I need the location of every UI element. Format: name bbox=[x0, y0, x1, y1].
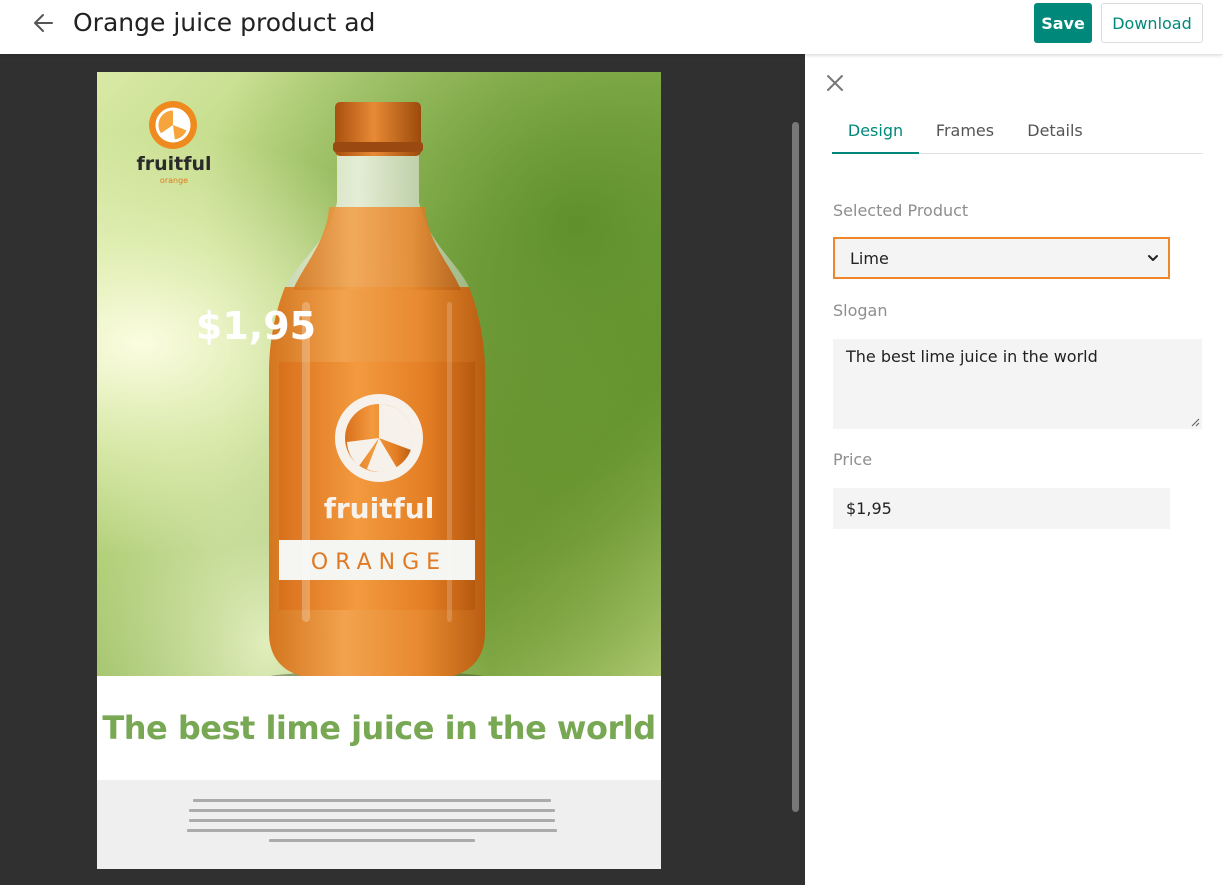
bottle-flavor: ORANGE bbox=[311, 550, 447, 575]
page-title: Orange juice product ad bbox=[73, 8, 376, 37]
resize-grip-icon[interactable] bbox=[1190, 417, 1200, 427]
price-input[interactable] bbox=[833, 488, 1170, 529]
price-badge-text: $1,95 bbox=[196, 304, 316, 348]
ad-artwork: fruitful ORANGE $1,95 fruitful orange bbox=[136, 101, 485, 676]
logo-brand-text: fruitful bbox=[136, 153, 211, 175]
download-button[interactable]: Download bbox=[1101, 3, 1203, 43]
slogan-label: Slogan bbox=[833, 301, 888, 320]
save-button[interactable]: Save bbox=[1034, 3, 1092, 43]
close-icon[interactable] bbox=[824, 72, 846, 94]
tab-frames[interactable]: Frames bbox=[928, 110, 1002, 154]
back-arrow-icon[interactable] bbox=[30, 9, 58, 37]
orange-slice-icon bbox=[335, 394, 423, 482]
tab-details[interactable]: Details bbox=[1022, 110, 1088, 154]
ad-slogan: The best lime juice in the world bbox=[97, 676, 661, 780]
panel-tabs: Design Frames Details bbox=[832, 110, 1203, 154]
logo-sub-text: orange bbox=[160, 176, 188, 185]
brand-logo: fruitful orange bbox=[136, 101, 212, 185]
selected-product-select[interactable]: Lime bbox=[833, 237, 1170, 279]
selected-product-label: Selected Product bbox=[833, 201, 969, 220]
price-label: Price bbox=[833, 450, 873, 469]
canvas-area: fruitful ORANGE $1,95 fruitful orange Th… bbox=[0, 54, 805, 885]
top-bar: Orange juice product ad Save Download bbox=[0, 0, 1223, 54]
tab-design[interactable]: Design bbox=[832, 110, 919, 154]
slogan-textarea[interactable]: The best lime juice in the world bbox=[833, 339, 1202, 429]
bottle-brand: fruitful bbox=[324, 492, 435, 525]
ad-fine-print bbox=[97, 780, 661, 869]
selected-product-value: Lime bbox=[850, 249, 889, 268]
ad-preview[interactable]: fruitful ORANGE $1,95 fruitful orange Th… bbox=[97, 72, 661, 869]
canvas-scrollbar-thumb[interactable] bbox=[792, 122, 799, 812]
chevron-down-icon bbox=[1148, 255, 1158, 261]
canvas-scrollbar[interactable] bbox=[791, 122, 801, 812]
settings-panel: Design Frames Details Selected Product L… bbox=[805, 54, 1223, 885]
